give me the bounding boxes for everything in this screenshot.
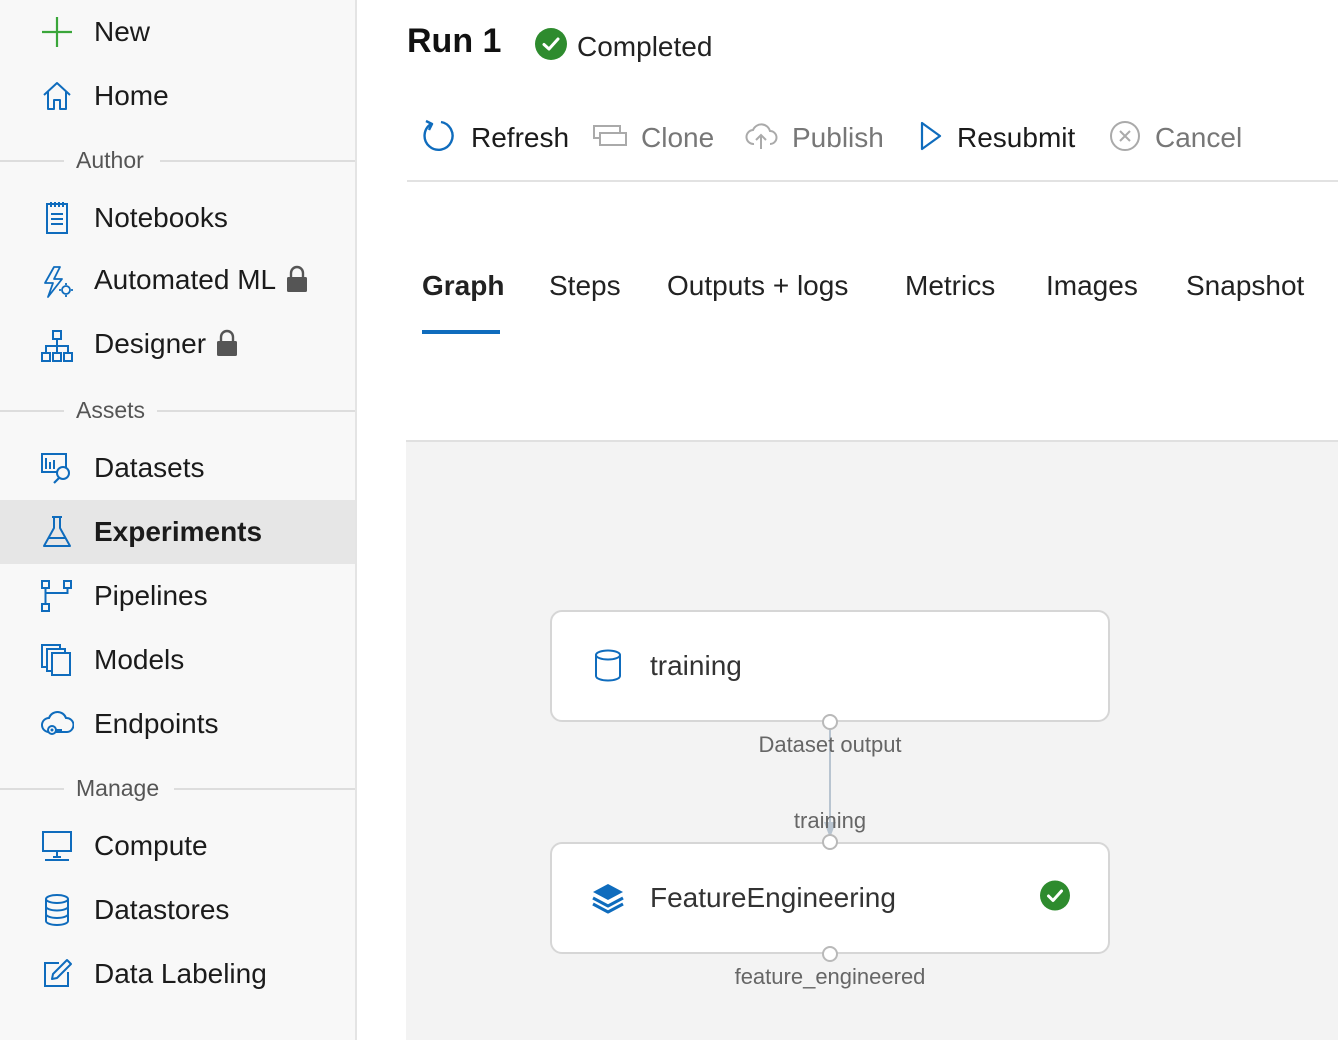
cloud-upload-icon xyxy=(744,122,778,155)
sidebar-item-label: Models xyxy=(94,644,185,675)
check-circle-icon xyxy=(1040,880,1070,916)
datasets-icon xyxy=(40,451,74,485)
section-label: Manage xyxy=(76,773,172,803)
new-button[interactable]: New xyxy=(0,0,355,64)
output-port[interactable] xyxy=(822,714,838,730)
sidebar-item-label: Experiments xyxy=(94,516,263,547)
sidebar-item-label: Designer xyxy=(94,328,207,360)
sidebar-item-label: Pipelines xyxy=(94,580,208,611)
page-title: Run 1 xyxy=(407,22,502,60)
cylinder-icon xyxy=(590,648,626,684)
datastores-icon xyxy=(40,893,74,927)
cancel-button[interactable]: Cancel xyxy=(1109,118,1242,158)
edit-icon xyxy=(40,957,74,991)
sidebar-item-experiments[interactable]: Experiments xyxy=(0,500,355,564)
status-text: Completed xyxy=(577,30,713,62)
layers-icon xyxy=(590,880,626,916)
sidebar-item-label: Automated ML xyxy=(94,264,277,296)
sidebar: New Home Author Notebooks Automated ML D… xyxy=(0,0,357,1040)
notebook-icon xyxy=(40,201,74,235)
resubmit-label: Resubmit xyxy=(957,122,1076,153)
status-badge: Completed xyxy=(535,28,712,65)
sidebar-item-designer[interactable]: Designer xyxy=(0,314,355,378)
sidebar-item-label-wrap: Automated ML xyxy=(94,264,308,299)
main-content: Run 1 Completed Refresh Clone Publish Re… xyxy=(357,0,1338,1040)
cancel-label: Cancel xyxy=(1155,122,1243,153)
section-label: Assets xyxy=(76,395,158,425)
endpoints-icon xyxy=(40,707,74,741)
sidebar-item-label: Notebooks xyxy=(94,202,228,233)
sidebar-item-label: Endpoints xyxy=(94,708,219,739)
sidebar-item-data-labeling[interactable]: Data Labeling xyxy=(0,942,355,1006)
dataset-node[interactable]: training xyxy=(550,610,1110,722)
tab-images[interactable]: Images xyxy=(1046,270,1138,302)
sidebar-item-compute[interactable]: Compute xyxy=(0,814,355,878)
cancel-circle-icon xyxy=(1109,120,1141,157)
models-icon xyxy=(40,643,74,677)
sidebar-item-datasets[interactable]: Datasets xyxy=(0,436,355,500)
sidebar-item-notebooks[interactable]: Notebooks xyxy=(0,186,355,250)
section-label: Author xyxy=(76,145,156,175)
input-port[interactable] xyxy=(822,834,838,850)
graph-canvas[interactable]: training Dataset output training Feature… xyxy=(406,440,1338,1040)
step-node[interactable]: FeatureEngineering xyxy=(550,842,1110,954)
clone-button[interactable]: Clone xyxy=(593,118,714,158)
port-label-feature-engineered: feature_engineered xyxy=(734,964,926,989)
port-label-training: training xyxy=(793,808,867,833)
sidebar-item-automated-ml[interactable]: Automated ML xyxy=(0,250,355,314)
check-circle-icon xyxy=(535,28,567,65)
home-icon xyxy=(40,79,74,113)
sidebar-item-label: Datasets xyxy=(94,452,205,483)
resubmit-button[interactable]: Resubmit xyxy=(919,118,1075,158)
pipelines-icon xyxy=(40,579,74,613)
active-tab-indicator xyxy=(422,330,500,334)
play-icon xyxy=(919,120,943,157)
tab-steps[interactable]: Steps xyxy=(549,270,621,302)
compute-icon xyxy=(40,829,74,863)
flask-icon xyxy=(40,515,74,549)
sidebar-item-models[interactable]: Models xyxy=(0,628,355,692)
lock-icon xyxy=(286,265,308,300)
tab-metrics[interactable]: Metrics xyxy=(905,270,995,302)
tab-graph[interactable]: Graph xyxy=(422,270,504,302)
section-manage: Manage xyxy=(0,773,355,803)
automl-icon xyxy=(40,265,74,299)
refresh-label: Refresh xyxy=(471,122,570,153)
publish-label: Publish xyxy=(792,122,884,153)
sidebar-item-datastores[interactable]: Datastores xyxy=(0,878,355,942)
toolbar: Refresh Clone Publish Resubmit Cancel xyxy=(407,110,1338,182)
section-author: Author xyxy=(0,145,355,175)
clone-icon xyxy=(593,124,627,152)
sidebar-item-home[interactable]: Home xyxy=(0,64,355,128)
clone-label: Clone xyxy=(641,122,715,153)
plus-icon xyxy=(40,15,74,49)
sidebar-item-endpoints[interactable]: Endpoints xyxy=(0,692,355,756)
refresh-button[interactable]: Refresh xyxy=(421,118,569,158)
sidebar-item-label: Data Labeling xyxy=(94,958,267,989)
tab-outputs-logs[interactable]: Outputs + logs xyxy=(667,270,848,302)
refresh-icon xyxy=(421,118,457,159)
new-label: New xyxy=(94,16,151,47)
node-label: training xyxy=(650,650,742,681)
sidebar-item-pipelines[interactable]: Pipelines xyxy=(0,564,355,628)
node-label: FeatureEngineering xyxy=(650,882,896,913)
port-label-dataset-output: Dataset output xyxy=(758,732,902,757)
sidebar-item-label-wrap: Designer xyxy=(94,328,238,363)
designer-icon xyxy=(40,329,74,363)
sidebar-item-label: Home xyxy=(94,80,169,111)
publish-button[interactable]: Publish xyxy=(744,118,884,158)
sidebar-item-label: Compute xyxy=(94,830,208,861)
sidebar-item-label: Datastores xyxy=(94,894,230,925)
output-port[interactable] xyxy=(822,946,838,962)
tab-snapshot[interactable]: Snapshot xyxy=(1186,270,1304,302)
lock-icon xyxy=(216,329,238,364)
section-assets: Assets xyxy=(0,395,355,425)
